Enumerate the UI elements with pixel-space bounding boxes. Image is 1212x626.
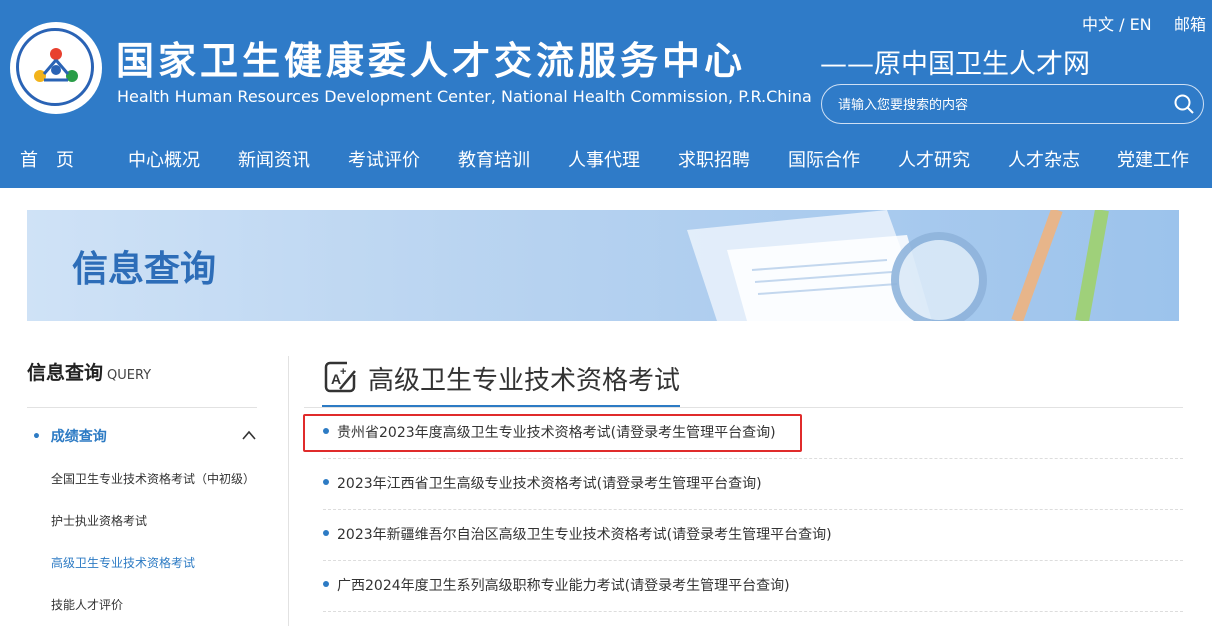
sidebar-section-scores[interactable]: • 成绩查询 [32,426,107,446]
section-title: 高级卫生专业技术资格考试 [368,366,681,396]
nav-item-personnel[interactable]: 人事代理 [568,146,640,172]
sidebar-item-skills[interactable]: 技能人才评价 [51,596,123,613]
svg-text:+: + [340,366,346,378]
sidebar-divider [27,407,257,408]
sidebar-title-text: 信息查询 [27,362,104,384]
list-item[interactable]: 2023年江西省卫生高级专业技术资格考试(请登录考生管理平台查询) [323,459,1183,510]
banner-title: 信息查询 [72,249,217,290]
bullet-icon [323,428,329,434]
nav-item-jobs[interactable]: 求职招聘 [678,146,750,172]
sidebar-title: 信息查询 QUERY [27,358,151,385]
nav-item-about[interactable]: 中心概况 [128,146,200,172]
nav-item-research[interactable]: 人才研究 [898,146,970,172]
nav-item-exams[interactable]: 考试评价 [348,146,420,172]
list-item-text[interactable]: 2023年江西省卫生高级专业技术资格考试(请登录考生管理平台查询) [337,473,762,493]
sidebar-item-senior-exam[interactable]: 高级卫生专业技术资格考试 [51,554,195,571]
page-banner: 信息查询 [27,210,1179,321]
edit-grade-icon: A + [324,361,356,393]
sidebar-item-nurse-exam[interactable]: 护士执业资格考试 [51,512,147,529]
nav-item-education[interactable]: 教育培训 [458,146,530,172]
site-logo[interactable] [10,22,102,114]
language-switch-link[interactable]: 中文 / EN [1082,11,1152,35]
nav-item-party[interactable]: 党建工作 [1117,146,1189,172]
bullet-icon [323,581,329,587]
list-item-text[interactable]: 2023年新疆维吾尔自治区高级卫生专业技术资格考试(请登录考生管理平台查询) [337,524,832,544]
sidebar-title-en: QUERY [107,368,152,383]
search-icon[interactable] [1173,93,1195,115]
mail-link[interactable]: 邮箱 [1174,11,1206,35]
sidebar-item-national-exam[interactable]: 全国卫生专业技术资格考试（中初级） [51,470,255,487]
site-slogan: ——原中国卫生人才网 [820,49,1090,80]
list-item-text[interactable]: 广西2024年度卫生系列高级职称专业能力考试(请登录考生管理平台查询) [337,575,790,595]
nav-item-home[interactable]: 首 页 [20,146,74,172]
site-title: 国家卫生健康委人才交流服务中心 [116,39,747,83]
list-item[interactable]: 贵州省2023年度高级卫生专业技术资格考试(请登录考生管理平台查询) [323,408,1183,459]
bullet-icon [323,479,329,485]
bullet-icon [323,530,329,536]
list-item-text[interactable]: 贵州省2023年度高级卫生专业技术资格考试(请登录考生管理平台查询) [337,422,776,442]
list-item[interactable]: 广西2024年度卫生系列高级职称专业能力考试(请登录考生管理平台查询) [323,561,1183,612]
nav-item-international[interactable]: 国际合作 [788,146,860,172]
section-title-underline [322,405,680,407]
nav-item-magazine[interactable]: 人才杂志 [1008,146,1080,172]
search-box [821,84,1204,124]
list-item[interactable]: 2023年新疆维吾尔自治区高级卫生专业技术资格考试(请登录考生管理平台查询) [323,510,1183,561]
chevron-up-icon[interactable] [241,429,257,441]
site-header: 国家卫生健康委人才交流服务中心 Health Human Resources D… [0,0,1212,188]
content-divider [288,356,289,626]
site-subtitle: Health Human Resources Development Cente… [117,87,812,106]
sidebar-section-label: 成绩查询 [50,429,107,445]
nav-item-news[interactable]: 新闻资讯 [238,146,310,172]
search-input[interactable] [836,93,1160,117]
main-nav: 首 页 中心概况 新闻资讯 考试评价 教育培训 人事代理 求职招聘 国际合作 人… [0,140,1212,180]
logo-emblem-icon [34,48,78,82]
